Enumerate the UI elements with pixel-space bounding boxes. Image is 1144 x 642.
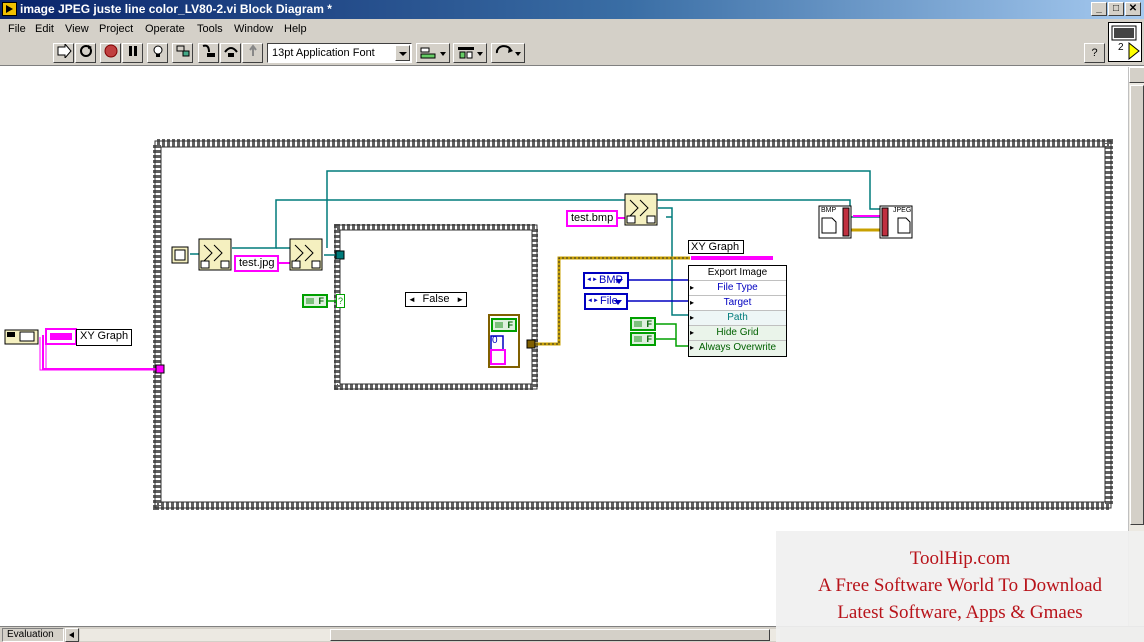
string-constant-test-bmp[interactable]: test.bmp [566, 210, 619, 227]
abort-button[interactable] [100, 43, 121, 63]
step-over-button[interactable] [220, 43, 241, 63]
jpeg-function-label: JPEG [893, 207, 912, 214]
menu-bar: File Edit View Project Operate Tools Win… [0, 19, 1144, 40]
menu-file[interactable]: File [8, 23, 26, 35]
retain-wire-values-button[interactable] [172, 43, 193, 63]
lightbulb-icon [153, 45, 162, 57]
labview-app-icon[interactable] [2, 2, 17, 16]
case-selector[interactable]: ◄ False ► [405, 292, 467, 307]
vertical-scroll-thumb[interactable] [1130, 85, 1144, 525]
stop-icon [104, 44, 117, 58]
step-out-button[interactable] [242, 43, 263, 63]
pause-icon [128, 46, 137, 56]
step-into-button[interactable] [198, 43, 219, 63]
enum-constant-bmp[interactable]: BMP [583, 272, 629, 289]
menu-window[interactable]: Window [234, 23, 273, 35]
run-arrow-icon [57, 42, 72, 60]
menu-view[interactable]: View [65, 23, 89, 35]
string-constant-test-jpg[interactable]: test.jpg [234, 255, 280, 272]
bmp-function-label: BMP [821, 207, 837, 214]
build-path-function-3 [624, 193, 658, 226]
watermark-line-2: A Free Software World To Download [817, 575, 1103, 596]
title-bar: image JPEG juste line color_LV80-2.vi Bl… [0, 0, 1144, 19]
menu-help[interactable]: Help [284, 23, 307, 35]
font-select-value: 13pt Application Font [272, 47, 375, 59]
pause-button[interactable] [122, 43, 143, 63]
property-node-rows: Export Image File Type Target Path Hide … [688, 265, 787, 357]
enum-wires [627, 279, 690, 302]
property-row-hide-grid[interactable]: Hide Grid [689, 326, 786, 341]
step-out-icon [248, 44, 257, 56]
watermark-line-3: Latest Software, Apps & Gmaes [837, 602, 1083, 623]
xy-graph-terminal-label[interactable]: XY Graph [76, 329, 133, 346]
scroll-left-arrow-icon[interactable] [65, 628, 79, 642]
vi-connector-icon [1111, 25, 1140, 61]
run-button[interactable] [53, 42, 74, 63]
distribute-objects-dropdown[interactable] [453, 43, 487, 63]
reorder-icon [495, 45, 513, 54]
case-selector-terminal: ? [336, 294, 345, 308]
highlight-execution-button[interactable] [147, 43, 168, 63]
property-node-ref-bar [691, 256, 773, 260]
vi-icon[interactable]: 2 [1108, 22, 1142, 62]
enum-constant-file[interactable]: File [584, 293, 628, 310]
scroll-up-arrow-icon[interactable] [1129, 67, 1144, 83]
property-row-path[interactable]: Path [689, 311, 786, 326]
horizontal-scroll-thumb[interactable] [330, 629, 770, 641]
font-select[interactable]: 13pt Application Font [267, 43, 412, 63]
step-into-icon [202, 44, 215, 57]
boolean-constant-always-overwrite[interactable]: F [630, 332, 656, 346]
probe-icon [176, 45, 189, 57]
menu-project[interactable]: Project [99, 23, 133, 35]
toolbar: 13pt Application Font ? [0, 40, 1144, 66]
case-selector-value: False [422, 293, 450, 305]
boolean-constant-loop[interactable]: F [302, 294, 328, 308]
run-continuous-icon [79, 45, 92, 57]
property-row-target[interactable]: Target [689, 296, 786, 311]
menu-operate[interactable]: Operate [145, 23, 185, 35]
vi-icon-label: 2 [1118, 42, 1124, 53]
build-path-function-2 [289, 238, 323, 271]
menu-tools[interactable]: Tools [197, 23, 223, 35]
run-continuously-button[interactable] [75, 43, 96, 63]
case-prev-icon[interactable]: ◄ [408, 293, 416, 306]
property-row-always-overwrite[interactable]: Always Overwrite [689, 341, 786, 356]
status-label: Evaluation [2, 628, 64, 642]
align-icon [420, 47, 436, 59]
property-row-export-image[interactable]: Export Image [689, 266, 786, 281]
watermark-overlay: ToolHip.com A Free Software World To Dow… [776, 531, 1144, 642]
boolean-constant-cluster[interactable]: F [491, 318, 517, 332]
property-node-title: XY Graph [688, 240, 744, 254]
property-row-file-type[interactable]: File Type [689, 281, 786, 296]
step-over-icon [223, 47, 238, 57]
align-objects-dropdown[interactable] [416, 43, 450, 63]
watermark-line-1: ToolHip.com [909, 548, 1011, 569]
distribute-icon [458, 47, 474, 59]
maximize-button[interactable]: □ [1108, 2, 1124, 16]
reorder-dropdown[interactable] [491, 43, 525, 63]
context-help-button[interactable]: ? [1084, 43, 1105, 63]
close-button[interactable]: ✕ [1125, 2, 1141, 16]
window-title: image JPEG juste line color_LV80-2.vi Bl… [20, 2, 332, 16]
boolean-constant-hide-grid[interactable]: F [630, 317, 656, 331]
menu-edit[interactable]: Edit [35, 23, 54, 35]
chevron-down-icon [395, 45, 410, 61]
case-next-icon[interactable]: ► [456, 293, 464, 306]
minimize-button[interactable]: _ [1091, 2, 1107, 16]
build-path-function-1 [198, 238, 232, 271]
numeric-constant[interactable]: 0 [492, 335, 498, 346]
